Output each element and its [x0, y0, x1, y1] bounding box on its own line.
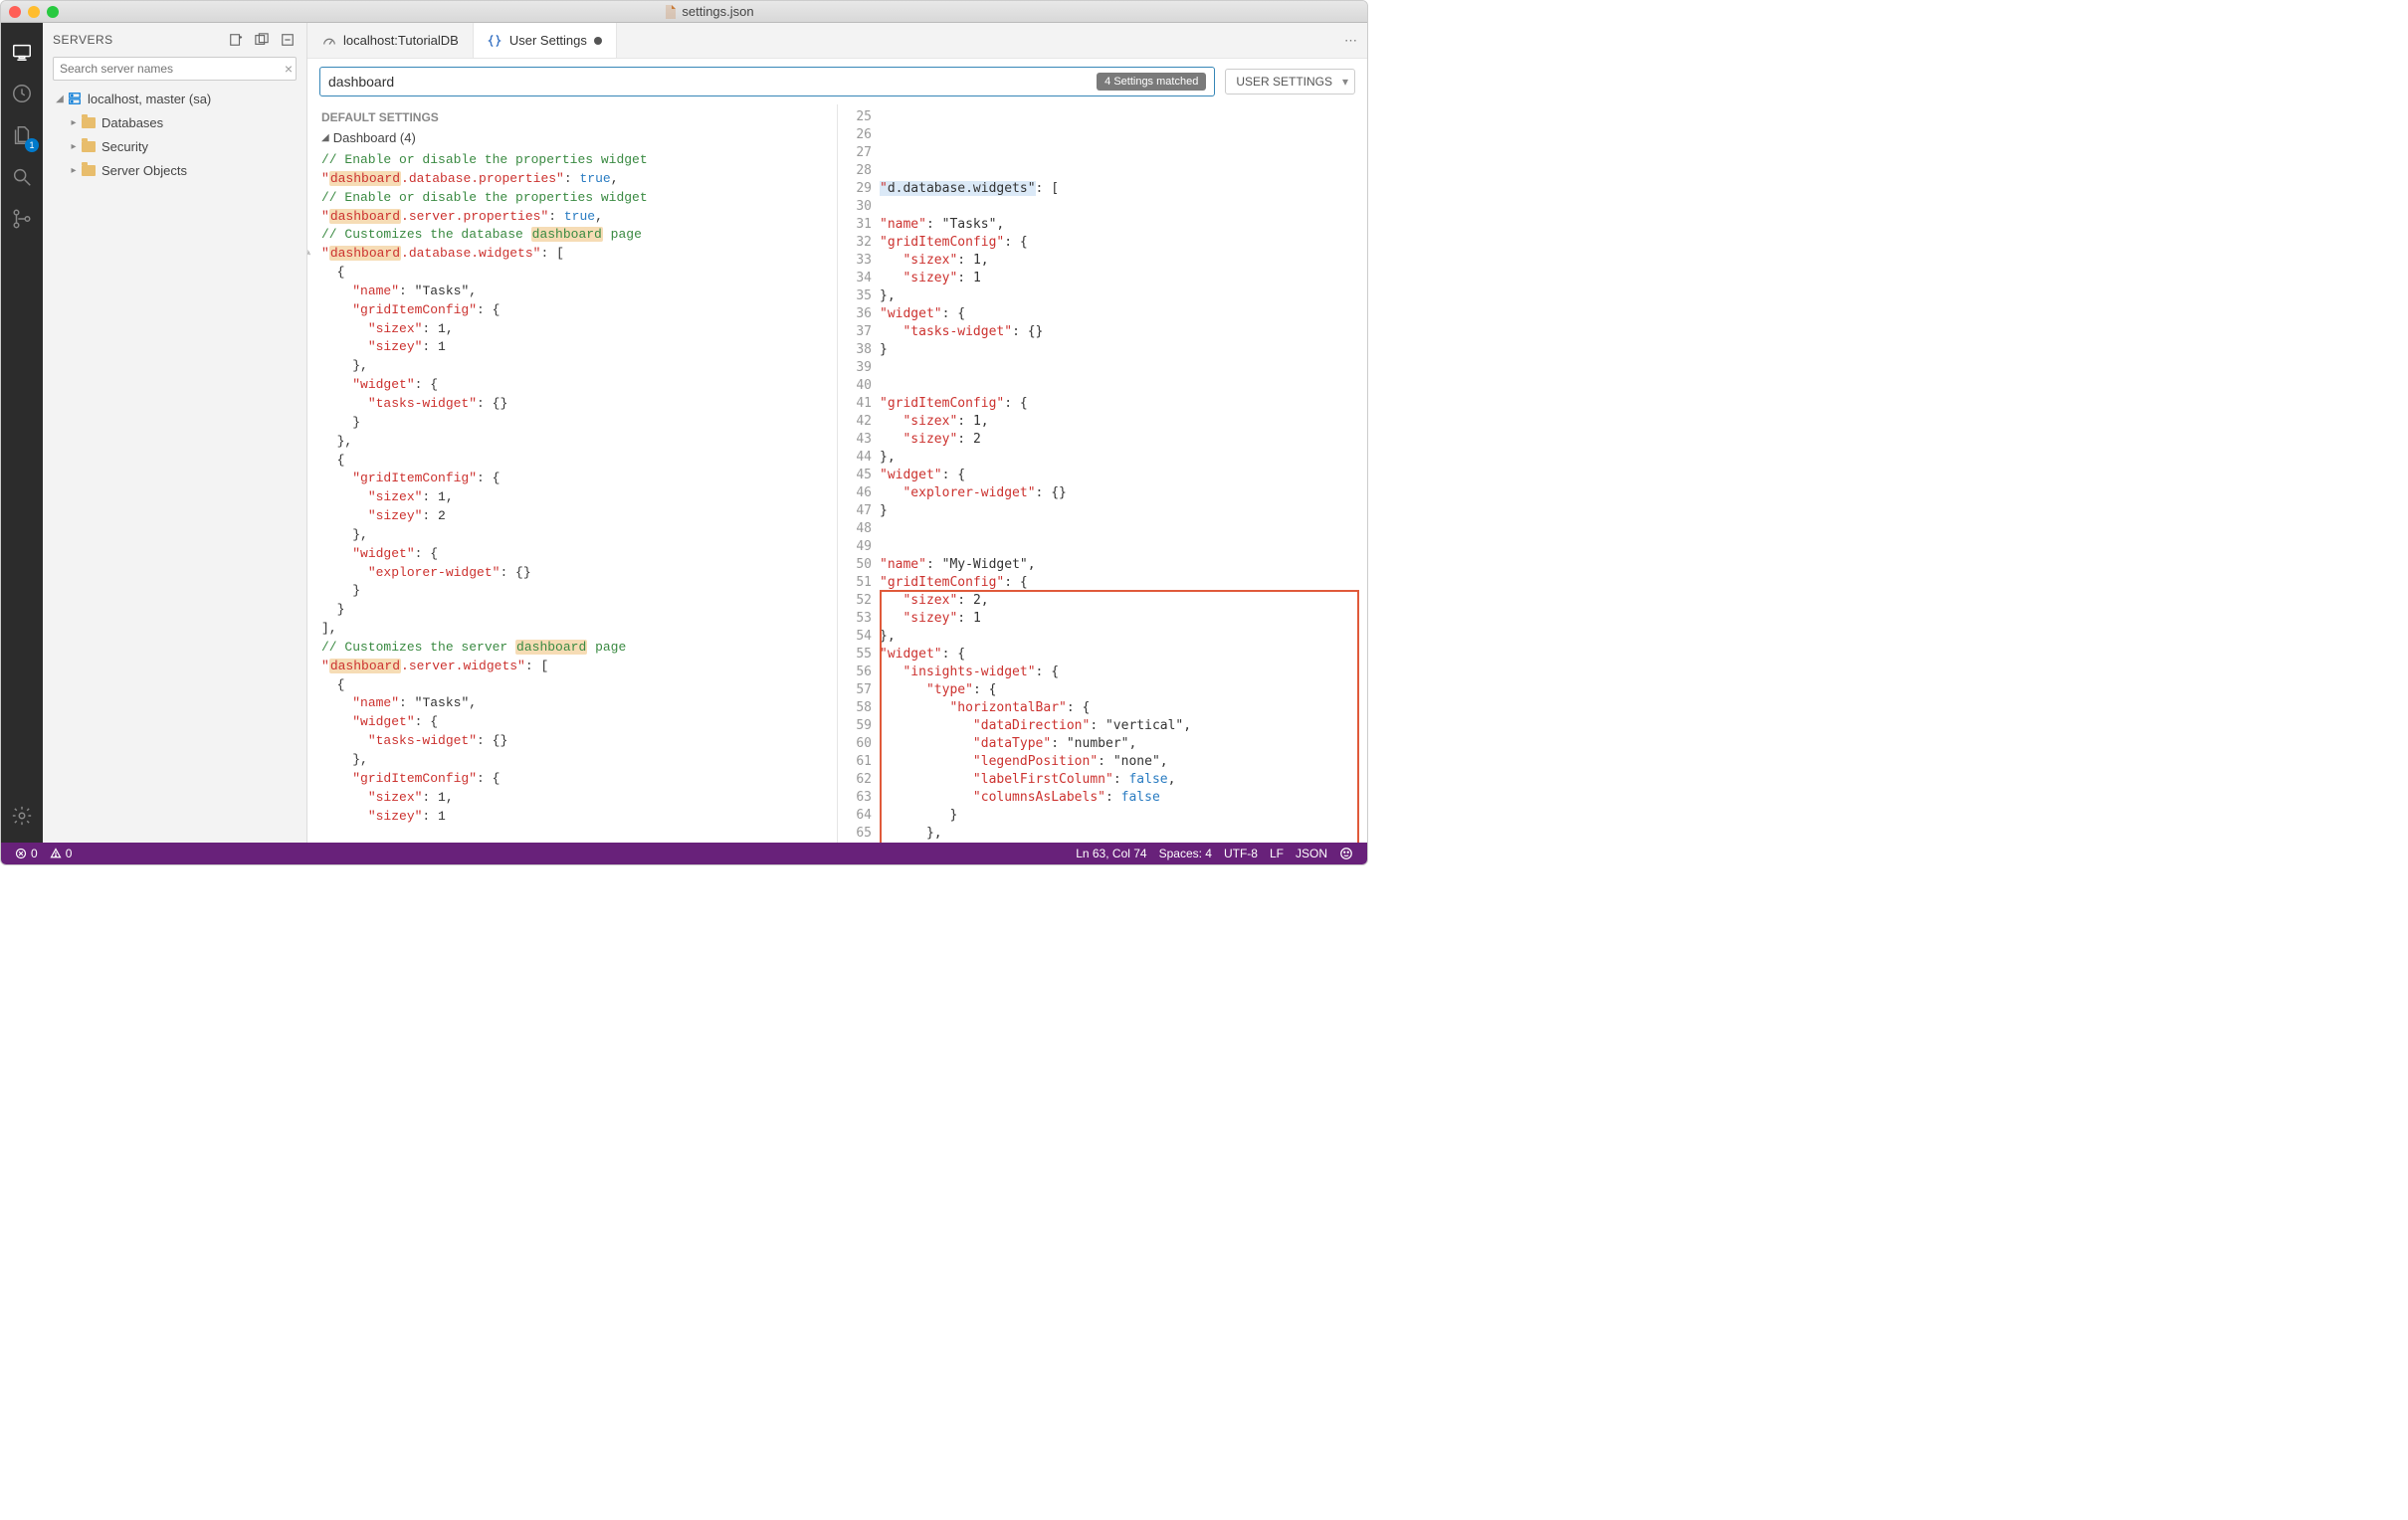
default-settings-heading: DEFAULT SETTINGS: [307, 104, 837, 128]
sidebar-title: SERVERS: [53, 33, 227, 47]
files-icon[interactable]: 1: [1, 114, 43, 156]
status-warnings[interactable]: 0: [44, 847, 79, 860]
tab-label: User Settings: [509, 33, 587, 48]
status-errors[interactable]: 0: [9, 847, 44, 860]
user-settings-pane: 2526272829303132333435363738394041424344…: [838, 104, 1367, 843]
status-ln-col[interactable]: Ln 63, Col 74: [1070, 847, 1152, 860]
tree-item-databases[interactable]: ▸ Databases: [47, 110, 302, 134]
status-language[interactable]: JSON: [1290, 847, 1333, 860]
editor-overflow-button[interactable]: ⋯: [1334, 23, 1367, 58]
servers-sidebar: SERVERS × ◢ localhost, master (sa) ▸: [43, 23, 307, 843]
server-label: localhost, master (sa): [88, 92, 211, 106]
search-servers-input[interactable]: [53, 57, 297, 81]
editor-tabs: localhost:TutorialDB User Settings ⋯: [307, 23, 1367, 59]
new-connection-icon[interactable]: [227, 31, 245, 49]
tree-item-server-objects[interactable]: ▸ Server Objects: [47, 158, 302, 182]
settings-match-count: 4 Settings matched: [1097, 73, 1206, 91]
status-feedback-icon[interactable]: [1333, 847, 1359, 860]
settings-scope-picker[interactable]: USER SETTINGS: [1225, 69, 1355, 95]
source-control-icon[interactable]: [1, 198, 43, 240]
window-title: settings.json: [682, 4, 753, 19]
search-value: dashboard: [328, 74, 394, 90]
explorer-icon[interactable]: [1, 31, 43, 73]
status-spaces[interactable]: Spaces: 4: [1153, 847, 1218, 860]
file-icon: [664, 5, 678, 19]
tree-label: Security: [101, 139, 148, 154]
activity-bar: 1: [1, 23, 43, 843]
default-settings-pane: DEFAULT SETTINGS ◢Dashboard (4) // Enabl…: [307, 104, 838, 843]
tree-label: Databases: [101, 115, 163, 130]
window-zoom-button[interactable]: [47, 6, 59, 18]
dashboard-section-header[interactable]: ◢Dashboard (4): [307, 128, 837, 151]
dirty-indicator-icon: [594, 37, 602, 45]
settings-gear-icon[interactable]: [1, 795, 43, 837]
titlebar: settings.json: [1, 1, 1367, 23]
folder-icon: [81, 114, 97, 130]
server-node[interactable]: ◢ localhost, master (sa): [47, 87, 302, 110]
status-eol[interactable]: LF: [1264, 847, 1290, 860]
gauge-icon: [321, 33, 336, 48]
folder-icon: [81, 162, 97, 178]
history-icon[interactable]: [1, 73, 43, 114]
search-icon[interactable]: [1, 156, 43, 198]
line-gutter: 2526272829303132333435363738394041424344…: [838, 104, 880, 843]
new-group-icon[interactable]: [253, 31, 271, 49]
default-settings-code[interactable]: // Enable or disable the properties widg…: [307, 151, 837, 836]
user-settings-code[interactable]: "d.database.widgets": ["name": "Tasks","…: [880, 104, 1367, 843]
window-close-button[interactable]: [9, 6, 21, 18]
braces-icon: [488, 33, 502, 48]
server-icon: [67, 91, 83, 106]
settings-search-input[interactable]: dashboard 4 Settings matched: [319, 67, 1215, 96]
tree-item-security[interactable]: ▸ Security: [47, 134, 302, 158]
status-bar: 0 0 Ln 63, Col 74 Spaces: 4 UTF-8 LF JSO…: [1, 843, 1367, 864]
clear-search-icon[interactable]: ×: [285, 61, 293, 77]
files-badge: 1: [25, 138, 39, 152]
edit-pencil-icon[interactable]: ✎: [307, 245, 310, 262]
tree-label: Server Objects: [101, 163, 187, 178]
window-minimize-button[interactable]: [28, 6, 40, 18]
status-encoding[interactable]: UTF-8: [1218, 847, 1264, 860]
folder-icon: [81, 138, 97, 154]
picker-label: USER SETTINGS: [1236, 75, 1332, 89]
tab-user-settings[interactable]: User Settings: [474, 23, 617, 58]
tab-label: localhost:TutorialDB: [343, 33, 459, 48]
collapse-icon[interactable]: [279, 31, 297, 49]
tab-tutorialdb[interactable]: localhost:TutorialDB: [307, 23, 474, 58]
